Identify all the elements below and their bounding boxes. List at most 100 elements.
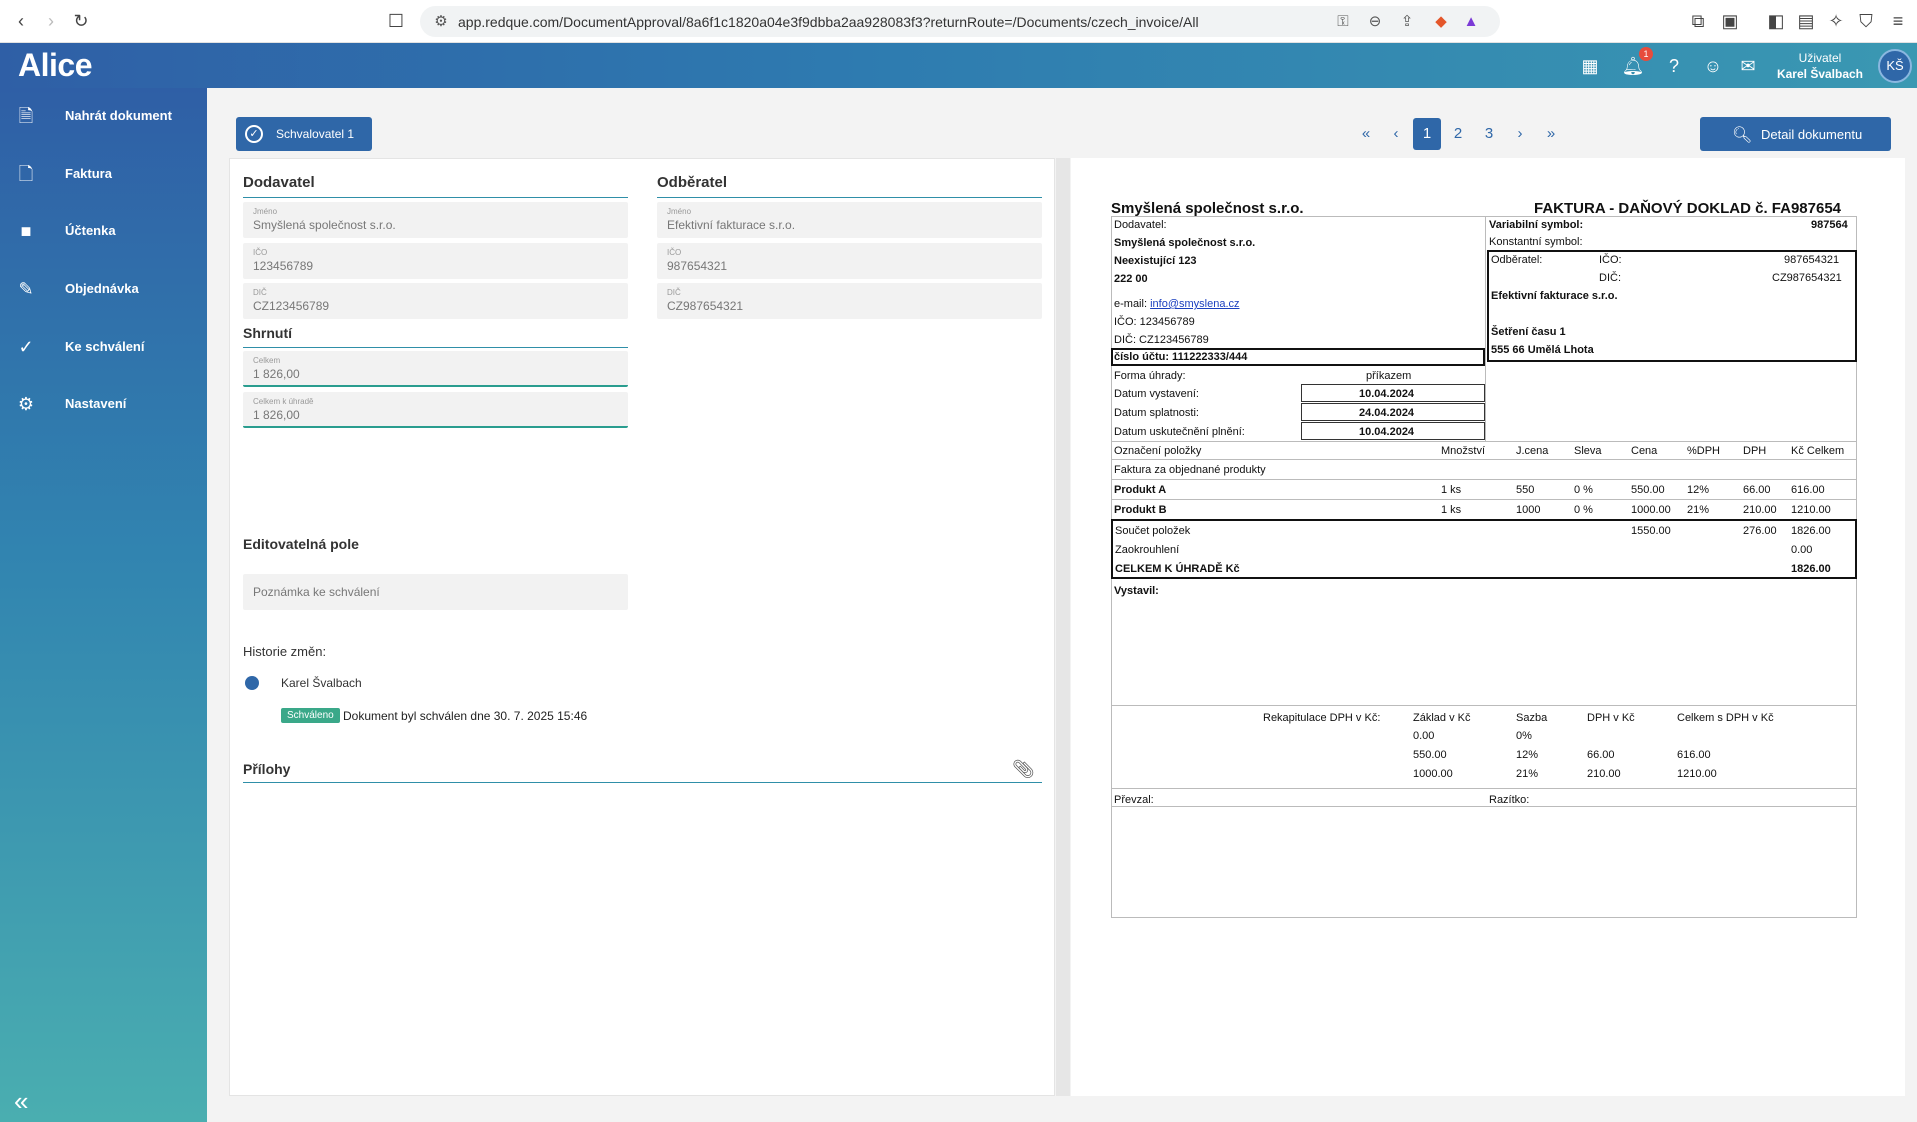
zoom-icon[interactable]: ⊖	[1364, 11, 1386, 33]
item-total: 1210.00	[1791, 504, 1831, 516]
first-page-icon[interactable]: «	[1352, 118, 1380, 150]
assistant-icon[interactable]: ☺	[1700, 53, 1726, 79]
leo-ai-icon[interactable]: ✧	[1823, 8, 1849, 34]
total-due-field[interactable]: Celkem k úhradě 1 826,00	[243, 392, 628, 428]
inv-received-by: Převzal:	[1114, 794, 1154, 806]
field-label: IČO	[667, 248, 682, 257]
recap-col-base: Základ v Kč	[1413, 712, 1471, 724]
avatar[interactable]: KŠ	[1878, 49, 1912, 83]
approval-note-input[interactable]: Poznámka ke schválení	[243, 574, 628, 610]
divider	[1111, 441, 1857, 442]
tab-search-icon[interactable]: ▣	[1717, 8, 1743, 34]
sidebar-item-order[interactable]: ✎ Objednávka	[0, 269, 207, 309]
invoice-document: Smyšlená společnost s.r.o. FAKTURA - DAŇ…	[1111, 196, 1861, 946]
sidebar-item-upload[interactable]: 🗎︎ Nahrát dokument	[0, 96, 207, 136]
sidebar-item-label: Účtenka	[65, 223, 116, 238]
menu-icon[interactable]: ≡	[1885, 8, 1911, 34]
sidebar-item-approval[interactable]: ✓ Ke schválení	[0, 327, 207, 367]
app-logo[interactable]: Alice	[18, 47, 92, 84]
sidebar-item-label: Faktura	[65, 166, 112, 181]
item-unit: 1000	[1516, 504, 1541, 516]
sidebar-toggle-icon[interactable]: ◧	[1763, 8, 1789, 34]
wallet-icon[interactable]: ▤	[1793, 8, 1819, 34]
divider	[1485, 216, 1486, 441]
recap-rate: 12%	[1516, 749, 1539, 761]
inv-cust-name: Efektivní fakturace s.r.o.	[1491, 290, 1618, 302]
vpn-icon[interactable]: ⛉	[1853, 8, 1879, 34]
url-text[interactable]: app.redque.com/DocumentApproval/8a6f1c18…	[458, 14, 1199, 30]
paperclip-icon[interactable]: 📎︎	[1012, 759, 1035, 780]
back-icon[interactable]: ‹	[8, 8, 34, 34]
recap-total: 1210.00	[1677, 768, 1717, 780]
inv-email-row: e-mail: info@smyslena.cz	[1114, 298, 1240, 310]
invoice-title: FAKTURA - DAŇOVÝ DOKLAD č. FA987654	[1534, 200, 1842, 217]
item-vat: 210.00	[1743, 504, 1777, 516]
email-link[interactable]: info@smyslena.cz	[1150, 298, 1239, 310]
extensions-icon[interactable]: ⧉	[1685, 8, 1711, 34]
last-page-icon[interactable]: »	[1537, 118, 1565, 150]
customer-title: Odběratel	[657, 174, 728, 191]
total-field[interactable]: Celkem 1 826,00	[243, 351, 628, 387]
inv-cust-ico-label: IČO:	[1599, 254, 1622, 266]
inv-taxable-date: 10.04.2024	[1359, 426, 1415, 438]
document-icon: 🗋︎	[18, 164, 34, 184]
divider	[1111, 705, 1857, 706]
detail-label: Detail dokumentu	[1761, 127, 1863, 142]
chat-icon[interactable]: ✉	[1735, 53, 1761, 79]
col-total: Kč Celkem	[1791, 445, 1845, 457]
document-preview: Smyšlená společnost s.r.o. FAKTURA - DAŇ…	[1071, 158, 1905, 1096]
recap-vat: 210.00	[1587, 768, 1621, 780]
page-button-3[interactable]: 3	[1475, 118, 1503, 150]
timeline-dot	[245, 676, 259, 690]
panel-splitter[interactable]	[1056, 158, 1070, 1096]
customer-ico-field[interactable]: IČO 987654321	[657, 243, 1042, 279]
item-disc: 0 %	[1574, 504, 1593, 516]
sidebar-item-receipt[interactable]: ■ Účtenka	[0, 211, 207, 251]
document-detail-button[interactable]: 🔍︎ Detail dokumentu	[1700, 117, 1891, 151]
user-info[interactable]: Uživatel Karel Švalbach	[1770, 50, 1870, 82]
inv-supplier-street: Neexistující 123	[1114, 255, 1197, 267]
field-value: CZ987654321	[667, 299, 744, 313]
field-label: DIČ	[253, 288, 267, 297]
divider	[1111, 479, 1857, 480]
supplier-dic-field[interactable]: DIČ CZ123456789	[243, 283, 628, 319]
share-icon[interactable]: ⇪	[1396, 11, 1418, 33]
customer-name-field[interactable]: Jméno Efektivní fakturace s.r.o.	[657, 202, 1042, 238]
rewards-icon[interactable]: ▲	[1460, 11, 1482, 33]
sidebar-item-settings[interactable]: ⚙ Nastavení	[0, 384, 207, 424]
supplier-name-field[interactable]: Jméno Smyšlená společnost s.r.o.	[243, 202, 628, 238]
inv-cust-ico: 987654321	[1784, 254, 1840, 266]
site-settings-icon[interactable]: ⚙	[430, 11, 452, 33]
next-page-icon[interactable]: ›	[1506, 118, 1534, 150]
inv-grand-value: 1826.00	[1791, 563, 1831, 575]
inv-sum-label: Součet položek	[1115, 525, 1191, 537]
item-unit: 550	[1516, 484, 1535, 496]
help-icon[interactable]: ?	[1661, 53, 1687, 79]
inv-issue-date: 10.04.2024	[1359, 388, 1415, 400]
field-label: Celkem k úhradě	[253, 397, 314, 406]
item-name: Produkt B	[1114, 504, 1167, 516]
collapse-sidebar-icon[interactable]: «	[14, 1086, 28, 1117]
recap-vat: 66.00	[1587, 749, 1615, 761]
customer-dic-field[interactable]: DIČ CZ987654321	[657, 283, 1042, 319]
approver-button[interactable]: ✓ Schvalovatel 1	[236, 117, 372, 151]
address-bar[interactable]: ⚙ app.redque.com/DocumentApproval/8a6f1c…	[420, 6, 1500, 37]
field-label: Jméno	[253, 207, 278, 216]
field-value: Smyšlená společnost s.r.o.	[253, 218, 396, 232]
page-button-1[interactable]: 1	[1413, 118, 1441, 150]
bookmark-icon[interactable]: ☐	[383, 8, 409, 34]
key-icon[interactable]: ⚿	[1332, 11, 1354, 33]
sidebar-item-invoice[interactable]: 🗋︎ Faktura	[0, 154, 207, 194]
page-button-2[interactable]: 2	[1444, 118, 1472, 150]
inv-intro: Faktura za objednané produkty	[1114, 464, 1266, 476]
forward-icon[interactable]: ›	[38, 8, 64, 34]
sidebar-item-label: Nahrát dokument	[65, 108, 172, 123]
brave-shield-icon[interactable]: ◆	[1430, 11, 1452, 33]
prev-page-icon[interactable]: ‹	[1382, 118, 1410, 150]
col-qty: Množství	[1441, 445, 1486, 457]
reload-icon[interactable]: ↻	[68, 8, 94, 34]
inv-round-value: 0.00	[1791, 544, 1813, 556]
dashboard-icon[interactable]: ▦	[1577, 53, 1603, 79]
supplier-ico-field[interactable]: IČO 123456789	[243, 243, 628, 279]
item-qty: 1 ks	[1441, 484, 1462, 496]
